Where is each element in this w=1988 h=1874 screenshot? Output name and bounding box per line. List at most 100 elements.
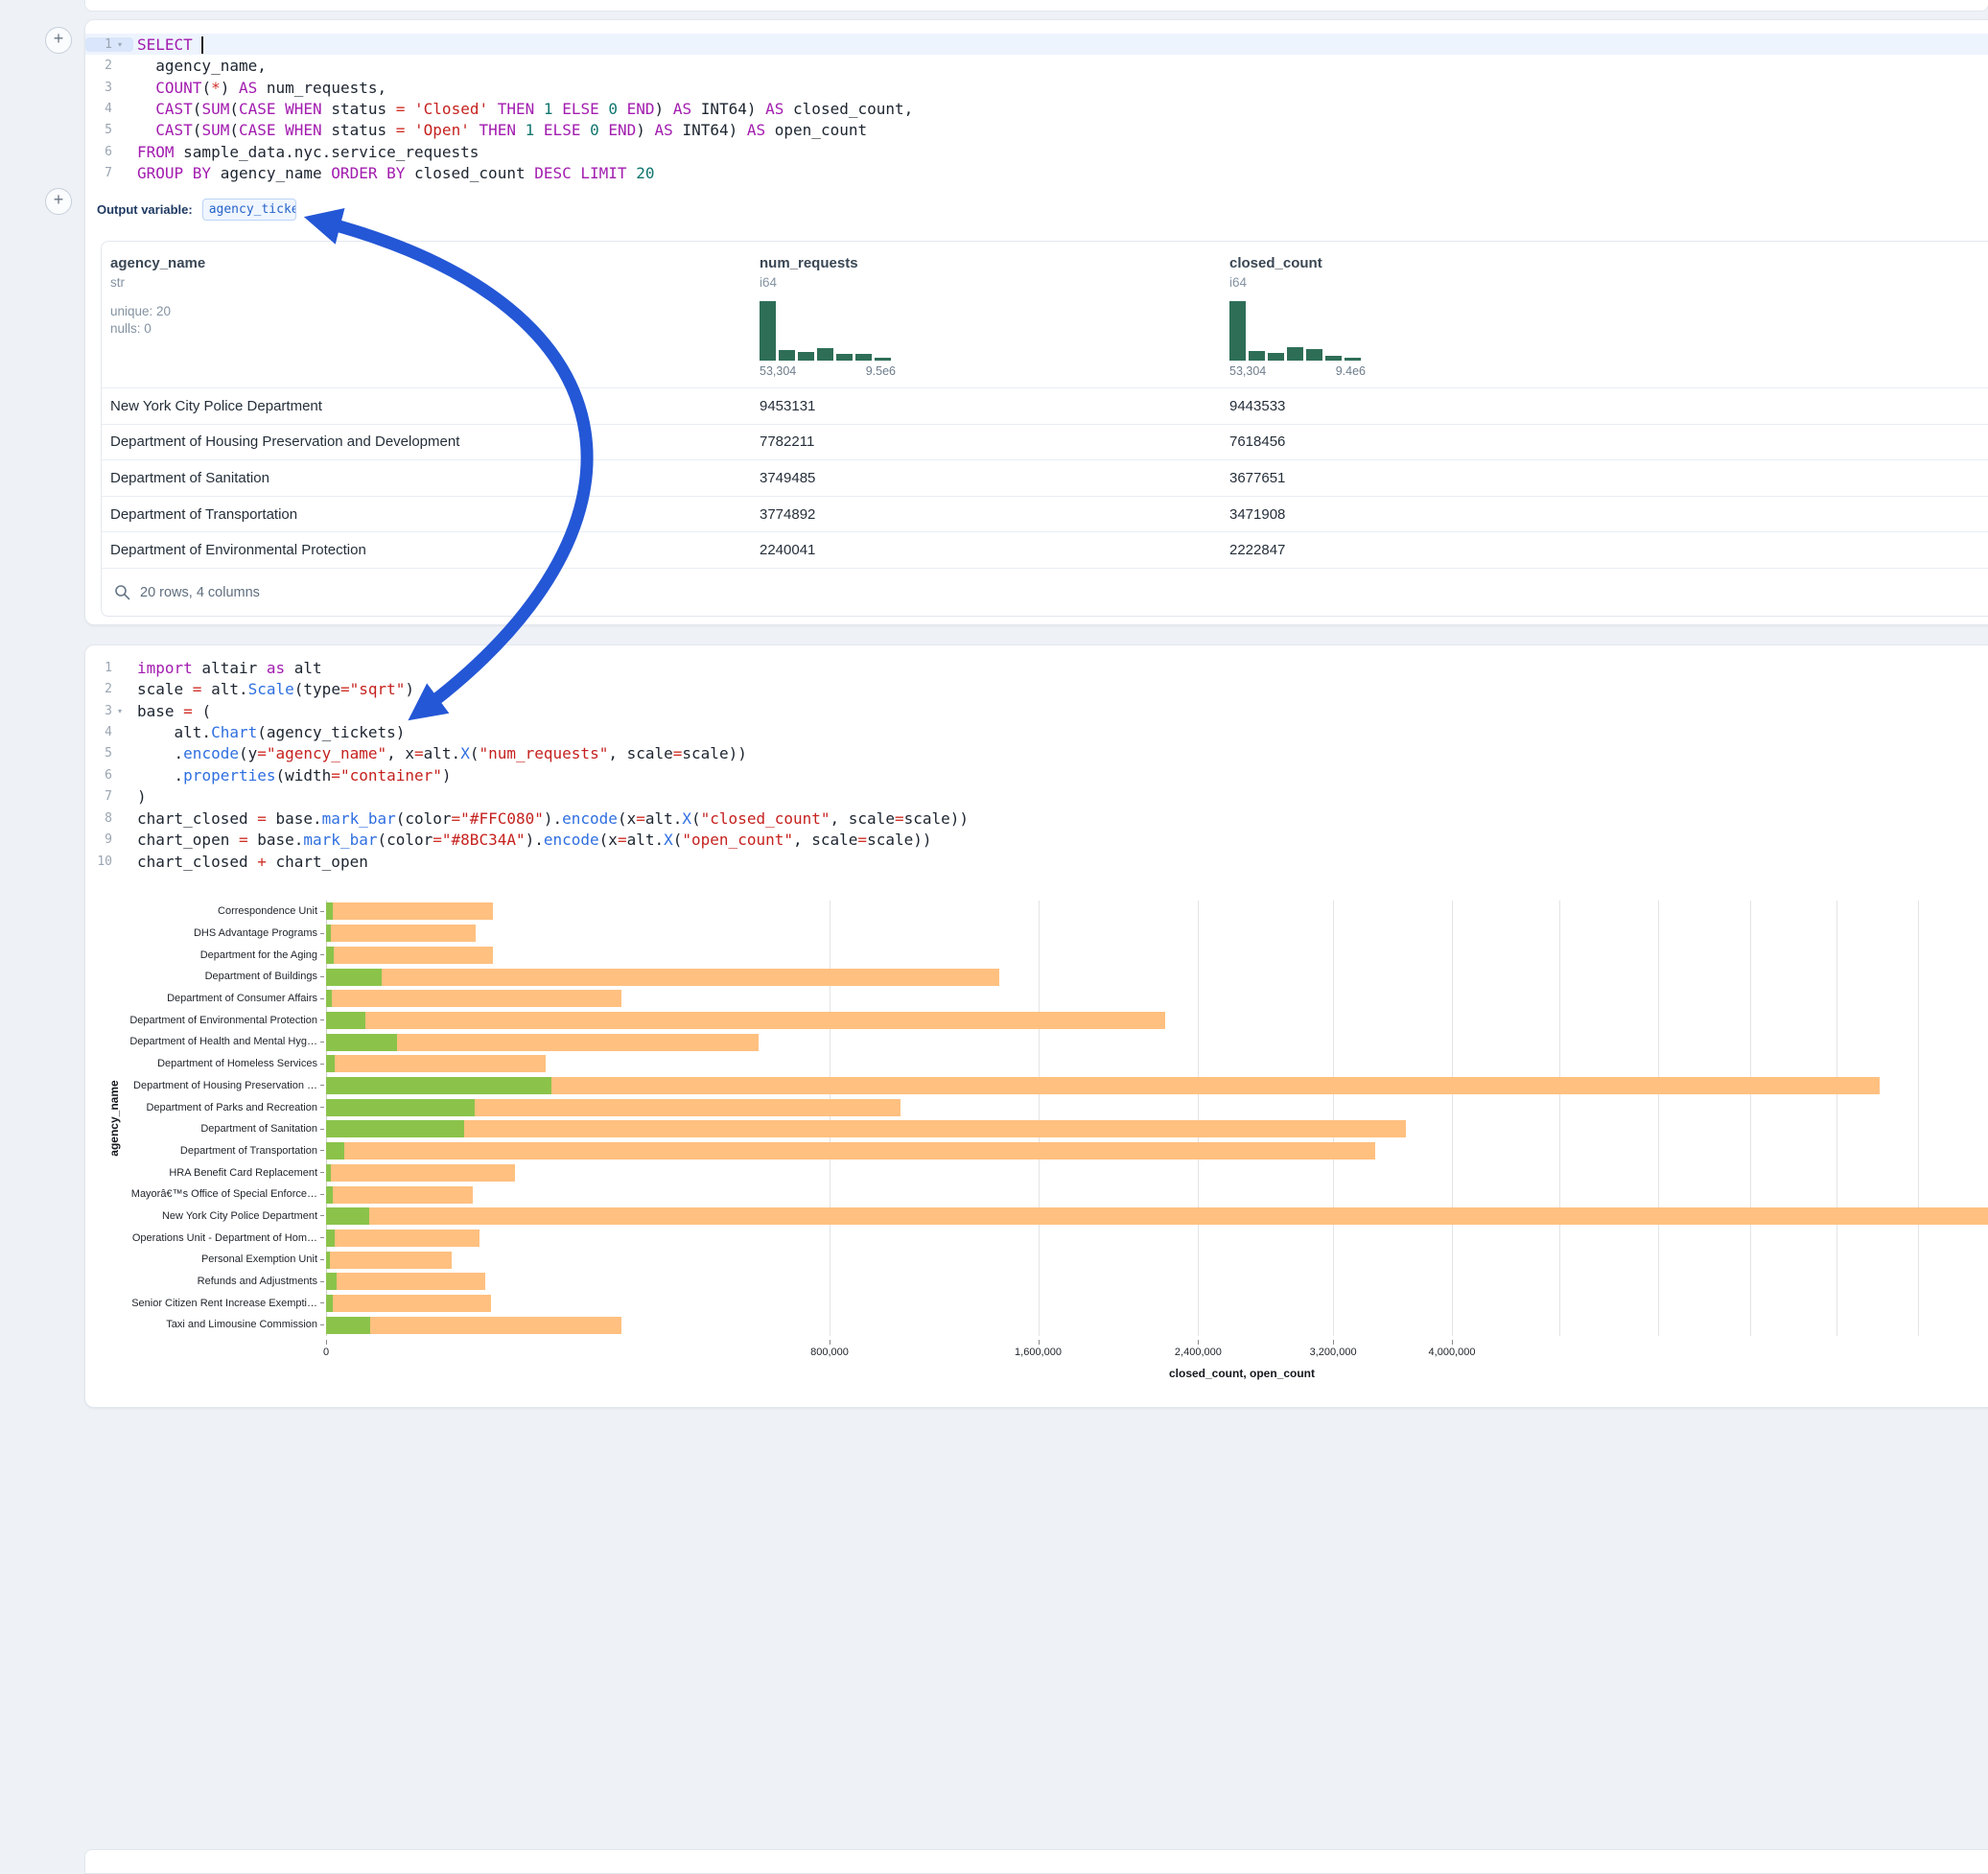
bar-open-count bbox=[326, 1120, 464, 1137]
code-line[interactable]: 1▾SELECT bbox=[85, 34, 1988, 55]
code-line[interactable]: 2scale = alt.Scale(type="sqrt") bbox=[85, 678, 1988, 699]
code-line[interactable]: 2 agency_name, bbox=[85, 55, 1988, 76]
y-axis-tick bbox=[320, 1194, 324, 1195]
histogram-min: 53,304 bbox=[760, 364, 796, 378]
y-axis-tick bbox=[320, 1150, 324, 1151]
y-axis-label-text: DHS Advantage Programs bbox=[194, 927, 317, 939]
column-header[interactable]: agency_namestrunique: 20nulls: 0 bbox=[110, 255, 760, 378]
chart-panel: agency_name Correspondence UnitDHS Advan… bbox=[85, 897, 1988, 1395]
code-line[interactable]: 5 CAST(SUM(CASE WHEN status = 'Open' THE… bbox=[85, 120, 1988, 141]
y-axis-tick bbox=[320, 1281, 324, 1282]
code-line[interactable]: 6FROM sample_data.nyc.service_requests bbox=[85, 141, 1988, 162]
code-text: base = ( bbox=[137, 702, 211, 720]
fold-caret-icon[interactable]: ▾ bbox=[112, 707, 128, 715]
bar-open-count bbox=[326, 1077, 551, 1094]
code-text: .encode(y="agency_name", x=alt.X("num_re… bbox=[137, 744, 747, 762]
bar-open-count bbox=[326, 902, 333, 920]
y-axis-label: Department of Homeless Services bbox=[85, 1053, 324, 1075]
table-cell: 2240041 bbox=[760, 542, 1229, 558]
bar-open-count bbox=[326, 1252, 330, 1269]
table-row[interactable]: Department of Housing Preservation and D… bbox=[102, 424, 1988, 460]
bar-closed-count bbox=[326, 1186, 473, 1204]
y-axis-label-text: Operations Unit - Department of Hom… bbox=[132, 1232, 317, 1244]
code-line[interactable]: 3 COUNT(*) AS num_requests, bbox=[85, 77, 1988, 98]
code-line[interactable]: 9chart_open = base.mark_bar(color="#8BC3… bbox=[85, 830, 1988, 851]
line-gutter: 4 bbox=[85, 725, 133, 739]
table-row[interactable]: New York City Police Department945313194… bbox=[102, 387, 1988, 424]
fold-caret-icon[interactable]: ▾ bbox=[112, 40, 128, 49]
histogram-bar bbox=[1325, 356, 1342, 361]
output-variable-chip[interactable]: agency_tickets bbox=[202, 199, 296, 221]
code-text: .properties(width="container") bbox=[137, 766, 452, 785]
column-histogram bbox=[1229, 301, 1366, 361]
y-axis-tick bbox=[320, 1085, 324, 1086]
line-number: 5 bbox=[91, 123, 112, 137]
code-line[interactable]: 4 alt.Chart(agency_tickets) bbox=[85, 721, 1988, 742]
y-axis-label-text: Department of Consumer Affairs bbox=[167, 993, 317, 1004]
bar-closed-count bbox=[326, 1055, 546, 1072]
code-line[interactable]: 3▾base = ( bbox=[85, 700, 1988, 721]
bar-closed-count bbox=[326, 1012, 1165, 1029]
column-header[interactable]: closed_counti6453,3049.4e6 bbox=[1229, 255, 1988, 378]
code-text: chart_closed = base.mark_bar(color="#FFC… bbox=[137, 809, 969, 828]
search-icon[interactable] bbox=[114, 584, 130, 600]
bar-closed-count bbox=[326, 969, 999, 986]
y-axis-tick bbox=[320, 1107, 324, 1108]
code-line[interactable]: 1import altair as alt bbox=[85, 657, 1988, 678]
y-axis-label-text: Correspondence Unit bbox=[218, 905, 317, 917]
line-number: 6 bbox=[91, 145, 112, 159]
chart-gridline bbox=[1918, 901, 1919, 1336]
table-row-count: 20 rows, 4 columns bbox=[140, 585, 260, 600]
code-line[interactable]: 10chart_closed + chart_open bbox=[85, 851, 1988, 872]
code-text: chart_closed + chart_open bbox=[137, 853, 368, 871]
y-axis-label-text: Refunds and Adjustments bbox=[198, 1276, 317, 1287]
line-number: 7 bbox=[91, 789, 112, 804]
table-row[interactable]: Department of Transportation377489234719… bbox=[102, 496, 1988, 532]
x-axis-tick bbox=[1198, 1340, 1199, 1345]
sql-editor[interactable]: 1▾SELECT 2 agency_name,3 COUNT(*) AS num… bbox=[85, 34, 1988, 184]
y-axis-tick bbox=[320, 954, 324, 955]
table-body: New York City Police Department945313194… bbox=[102, 387, 1988, 568]
bar-open-count bbox=[326, 969, 382, 986]
y-axis-label-text: Department of Homeless Services bbox=[157, 1058, 317, 1069]
x-axis-label: 3,200,000 bbox=[1310, 1347, 1357, 1358]
bar-open-count bbox=[326, 925, 331, 942]
chart-gridline bbox=[1333, 901, 1334, 1336]
bar-closed-count bbox=[326, 1273, 485, 1290]
code-line[interactable]: 7GROUP BY agency_name ORDER BY closed_co… bbox=[85, 163, 1988, 184]
y-axis-label-text: Taxi and Limousine Commission bbox=[166, 1319, 317, 1330]
bar-open-count bbox=[326, 1186, 333, 1204]
python-editor[interactable]: 1import altair as alt2scale = alt.Scale(… bbox=[85, 657, 1988, 872]
code-line[interactable]: 6 .properties(width="container") bbox=[85, 764, 1988, 785]
bar-open-count bbox=[326, 1273, 337, 1290]
bar-open-count bbox=[326, 1034, 397, 1051]
column-header[interactable]: num_requestsi6453,3049.5e6 bbox=[760, 255, 1229, 378]
y-axis-label: Department of Health and Mental Hyg… bbox=[85, 1031, 324, 1053]
code-line[interactable]: 8chart_closed = base.mark_bar(color="#FF… bbox=[85, 808, 1988, 829]
bar-open-count bbox=[326, 947, 334, 964]
bar-open-count bbox=[326, 1317, 370, 1334]
chart-gridline bbox=[1452, 901, 1453, 1336]
code-text: CAST(SUM(CASE WHEN status = 'Closed' THE… bbox=[137, 100, 913, 118]
code-line[interactable]: 5 .encode(y="agency_name", x=alt.X("num_… bbox=[85, 743, 1988, 764]
bar-closed-count bbox=[326, 1164, 515, 1182]
code-line[interactable]: 4 CAST(SUM(CASE WHEN status = 'Closed' T… bbox=[85, 98, 1988, 119]
bar-open-count bbox=[326, 1099, 475, 1116]
y-axis-tick bbox=[320, 1129, 324, 1130]
histogram-bar bbox=[798, 352, 814, 361]
y-axis-tick bbox=[320, 1259, 324, 1260]
y-axis-tick bbox=[320, 1324, 324, 1325]
code-text: alt.Chart(agency_tickets) bbox=[137, 723, 405, 741]
code-line[interactable]: 7) bbox=[85, 786, 1988, 808]
code-text: scale = alt.Scale(type="sqrt") bbox=[137, 680, 414, 698]
table-row[interactable]: Department of Sanitation37494853677651 bbox=[102, 459, 1988, 496]
y-axis-tick bbox=[320, 933, 324, 934]
line-gutter: 1▾ bbox=[85, 37, 133, 52]
add-cell-button[interactable]: + bbox=[45, 27, 72, 54]
add-cell-button[interactable]: + bbox=[45, 188, 72, 215]
bar-closed-count bbox=[326, 1230, 479, 1247]
table-row[interactable]: Department of Environmental Protection22… bbox=[102, 531, 1988, 568]
y-axis-label-text: Department of Buildings bbox=[205, 971, 317, 982]
table-cell: New York City Police Department bbox=[110, 398, 760, 414]
y-axis-label-text: Department for the Aging bbox=[200, 949, 317, 961]
